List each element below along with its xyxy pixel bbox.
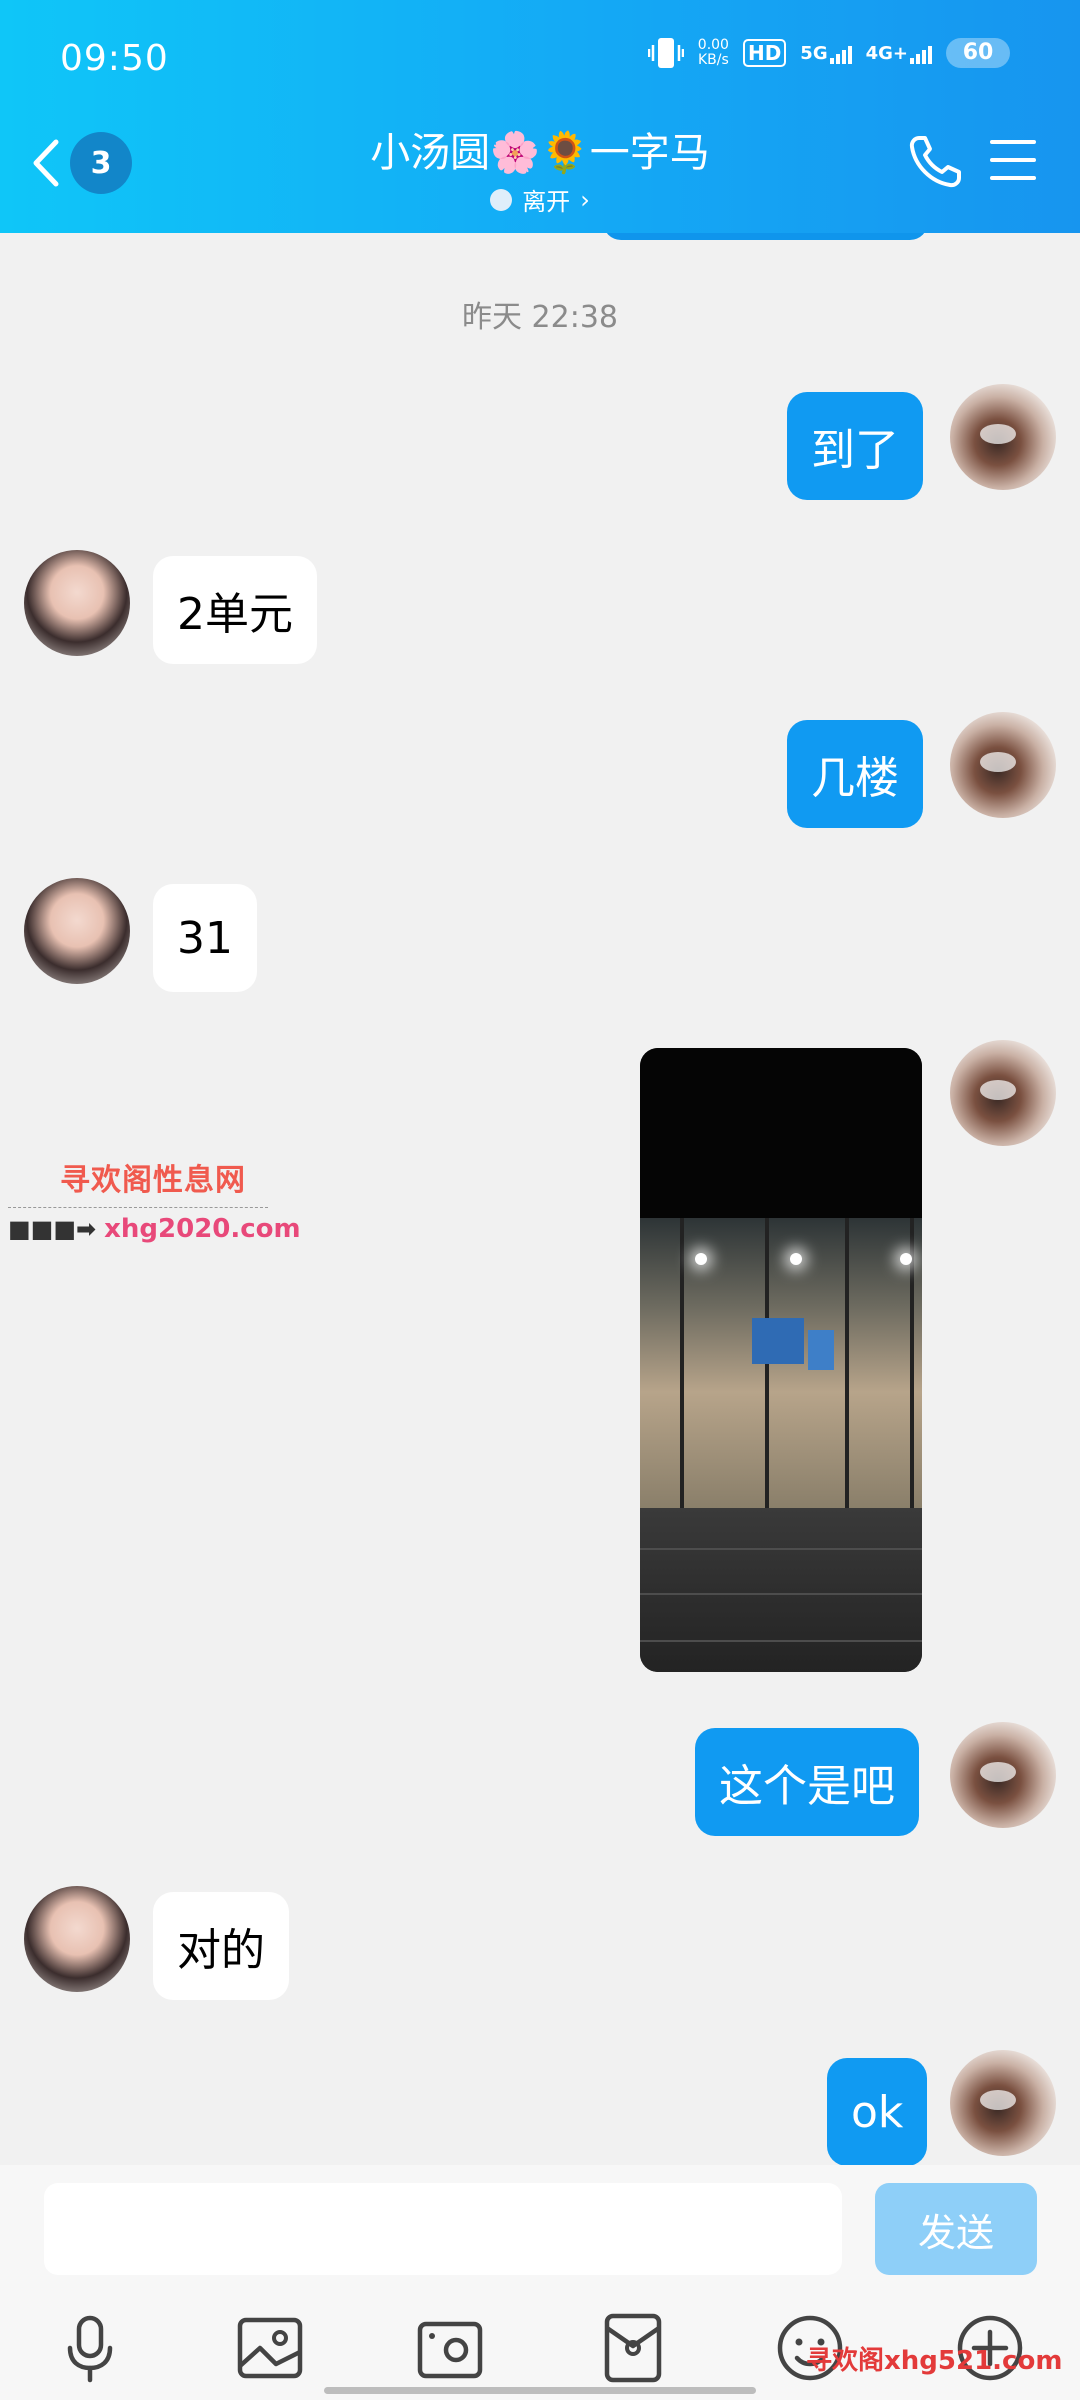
message-bubble-other[interactable]: 2单元: [153, 556, 317, 664]
message-bubble-self[interactable]: 这个是吧: [695, 1728, 919, 1836]
status-icons: 0.00 KB/s HD 5G 4G+ 60: [647, 36, 1010, 70]
message-bubble-other[interactable]: 31: [153, 884, 257, 992]
message-bubble-self[interactable]: 几楼: [787, 720, 923, 828]
message-bubble-self[interactable]: 到了: [787, 392, 923, 500]
red-packet-icon[interactable]: [595, 2310, 671, 2386]
image-icon[interactable]: [232, 2310, 308, 2386]
self-avatar[interactable]: [950, 2050, 1056, 2156]
chevron-left-icon: [33, 139, 59, 187]
message-timestamp: 昨天 22:38: [462, 300, 618, 335]
self-avatar[interactable]: [950, 712, 1056, 818]
contact-avatar[interactable]: [24, 550, 130, 656]
mic-icon[interactable]: [52, 2310, 128, 2386]
signal-bars-icon: [910, 42, 932, 64]
clock-icon: [490, 188, 513, 211]
sim2-signal: 4G+: [866, 42, 932, 64]
presence-status[interactable]: 离开 ›: [300, 182, 780, 217]
watermark-overlay: 寻欢阁性息网 ■■■➡ xhg2020.com: [8, 1155, 301, 1244]
contact-avatar[interactable]: [24, 878, 130, 984]
watermark-url: xhg2020.com: [104, 1214, 301, 1244]
vibrate-icon: [647, 38, 684, 68]
battery-indicator: 60: [946, 38, 1010, 68]
menu-icon[interactable]: [990, 140, 1036, 184]
self-avatar[interactable]: [950, 384, 1056, 490]
unread-count-badge: 3: [70, 132, 132, 194]
self-avatar[interactable]: [950, 1040, 1056, 1146]
chat-header: 09:50 0.00 KB/s HD 5G 4G+ 60 3 小汤圆🌸🌻一字马: [0, 0, 1080, 233]
signal-bars-icon: [829, 42, 852, 64]
watermark-title: 寻欢阁性息网: [60, 1163, 246, 1198]
phone-icon[interactable]: [905, 132, 965, 192]
chevron-right-icon: ›: [580, 185, 590, 214]
message-bubble-self[interactable]: ok: [827, 2058, 928, 2166]
chat-title: 小汤圆🌸🌻一字马: [370, 130, 710, 176]
self-avatar[interactable]: [950, 1722, 1056, 1828]
back-button[interactable]: 3: [28, 128, 148, 198]
contact-avatar[interactable]: [24, 1886, 130, 1992]
home-indicator[interactable]: [324, 2387, 756, 2394]
camera-icon[interactable]: [412, 2310, 488, 2386]
presence-label: 离开: [522, 188, 571, 216]
chat-title-area[interactable]: 小汤圆🌸🌻一字马 离开 ›: [300, 120, 780, 217]
photo-message[interactable]: [640, 1048, 922, 1672]
sim1-signal: 5G: [800, 42, 852, 64]
arrow-icon: ■■■➡: [8, 1215, 97, 1243]
message-bubble-other[interactable]: 对的: [153, 1892, 289, 2000]
network-speed: 0.00 KB/s: [697, 37, 729, 68]
send-button[interactable]: 发送: [875, 2183, 1037, 2275]
status-time: 09:50: [60, 38, 169, 79]
watermark-bottom: 寻欢阁xhg521.com: [806, 2346, 1063, 2376]
message-input[interactable]: [44, 2183, 842, 2275]
hd-badge: HD: [742, 39, 787, 67]
